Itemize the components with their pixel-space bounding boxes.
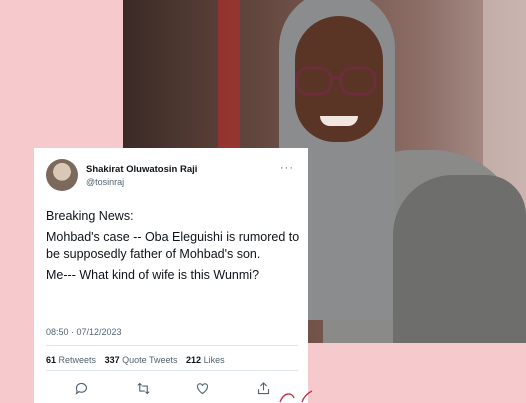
quote-tweets-stat[interactable]: 337 Quote Tweets xyxy=(105,355,178,365)
retweets-label: Retweets xyxy=(58,355,97,365)
reply-icon xyxy=(75,382,87,395)
reply-button[interactable] xyxy=(70,378,92,398)
photo-glasses xyxy=(295,66,377,96)
likes-count: 212 xyxy=(186,355,202,365)
tweet-line: Mohbad's case -- Oba Eleguishi is rumore… xyxy=(46,230,300,261)
decorative-swirl xyxy=(279,390,313,403)
divider xyxy=(46,345,298,346)
retweets-stat[interactable]: 61 Retweets xyxy=(46,355,96,365)
tweet-timestamp[interactable]: 08:50 · 07/12/2023 xyxy=(46,327,122,337)
likes-stat[interactable]: 212 Likes xyxy=(186,355,225,365)
likes-label: Likes xyxy=(203,355,225,365)
retweet-button[interactable] xyxy=(132,378,154,398)
like-button[interactable] xyxy=(191,378,213,398)
divider xyxy=(46,370,298,371)
tweet-stats: 61 Retweets 337 Quote Tweets 212 Likes xyxy=(46,355,231,365)
quote-count: 337 xyxy=(104,355,120,365)
share-button[interactable] xyxy=(252,378,274,398)
quote-label: Quote Tweets xyxy=(122,355,178,365)
more-options-icon[interactable]: ··· xyxy=(280,162,294,174)
like-icon xyxy=(196,382,208,394)
photo-smile xyxy=(320,116,358,126)
photo-jacket xyxy=(393,175,526,343)
author-name[interactable]: Shakirat Oluwatosin Raji xyxy=(86,164,197,175)
share-icon xyxy=(257,381,269,394)
tweet-actions xyxy=(46,378,296,398)
author-handle[interactable]: @tosinraj xyxy=(86,177,124,187)
tweet-line: Me--- What kind of wife is this Wunmi? xyxy=(46,268,260,282)
tweet-line: Breaking News: xyxy=(46,209,134,223)
tweet-header: Shakirat Oluwatosin Raji @tosinraj ··· xyxy=(46,159,296,195)
retweets-count: 61 xyxy=(46,355,57,365)
tweet-card: Shakirat Oluwatosin Raji @tosinraj ··· B… xyxy=(34,148,308,403)
tweet-text: Breaking News: Mohbad's case -- Oba Eleg… xyxy=(46,208,301,288)
avatar[interactable] xyxy=(46,159,78,191)
retweet-icon xyxy=(136,382,150,394)
